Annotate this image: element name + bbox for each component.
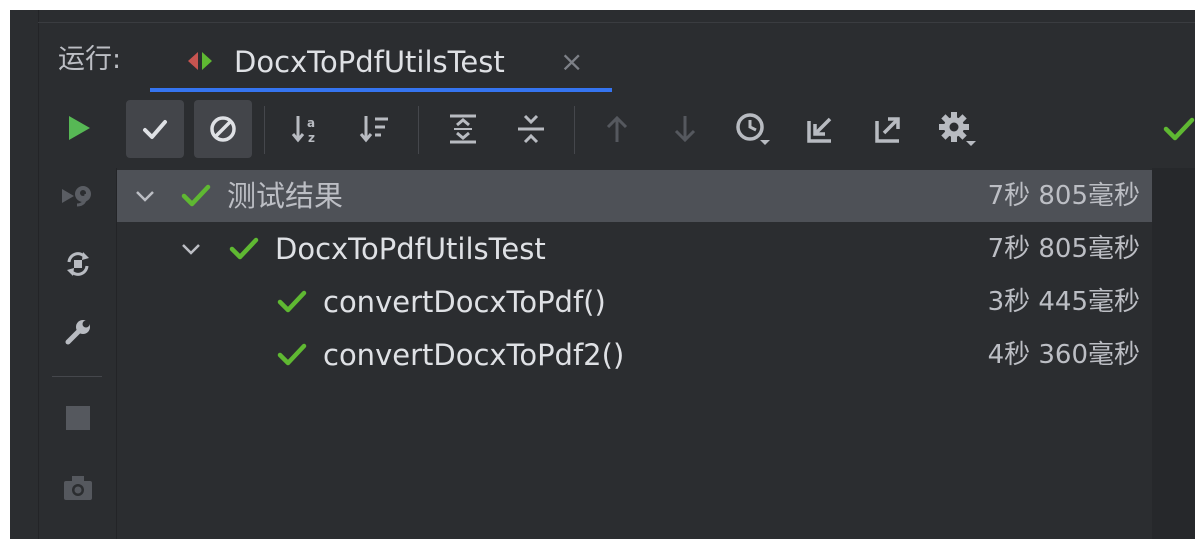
screenshot-button[interactable] — [56, 466, 100, 510]
window-border — [38, 10, 39, 539]
previous-test-button[interactable] — [588, 100, 646, 158]
chevron-down-icon[interactable] — [179, 237, 203, 261]
sort-alphabetically-button[interactable]: a z — [278, 100, 336, 158]
test-duration: 7秒 805毫秒 — [987, 181, 1140, 211]
sort-alphabetically-icon: a z — [291, 116, 315, 145]
tests-passed-indicator — [1150, 100, 1195, 158]
stop-button[interactable] — [56, 396, 100, 440]
arrow-up-icon — [606, 115, 628, 142]
test-duration: 7秒 805毫秒 — [987, 234, 1140, 264]
rerun-icon — [69, 116, 90, 140]
test-settings-button[interactable] — [928, 100, 986, 158]
svg-text:a: a — [307, 116, 315, 130]
test-passed-icon — [229, 237, 259, 260]
rerun-failed-icon — [62, 186, 91, 207]
active-tab-indicator — [150, 88, 612, 92]
toolbar-separator — [418, 106, 419, 154]
test-passed-icon — [181, 184, 211, 207]
show-ignored-button[interactable] — [194, 100, 252, 158]
tree-node-test-class[interactable]: DocxToPdfUtilsTest 7秒 805毫秒 — [117, 223, 1152, 275]
collapse-all-icon — [518, 114, 544, 144]
svg-text:z: z — [308, 131, 315, 145]
tree-node-test-method[interactable]: convertDocxToPdf2() 4秒 360毫秒 — [117, 329, 1152, 381]
tree-node-label: convertDocxToPdf() — [323, 285, 606, 319]
toggle-auto-test-icon — [67, 252, 89, 276]
sort-by-duration-icon — [359, 116, 388, 143]
test-results-tree: 测试结果 7秒 805毫秒 DocxToPdfUtilsTest 7秒 805毫… — [116, 168, 1152, 539]
camera-icon — [64, 476, 92, 500]
tree-node-label: convertDocxToPdf2() — [323, 338, 625, 372]
close-icon[interactable]: × — [560, 42, 583, 82]
tab-docx-to-pdf-utils-test[interactable]: DocxToPdfUtilsTest × — [150, 34, 612, 92]
export-tests-button[interactable] — [860, 100, 918, 158]
stop-icon — [66, 406, 90, 430]
import-icon — [807, 117, 832, 143]
checkmark-icon — [143, 120, 167, 139]
test-class-icon — [188, 52, 212, 70]
arrow-down-icon — [674, 116, 696, 143]
checkmark-icon — [1163, 117, 1195, 141]
show-passed-button[interactable] — [126, 100, 184, 158]
run-label: 运行: — [58, 44, 122, 75]
import-tests-button[interactable] — [792, 100, 850, 158]
expand-all-button[interactable] — [434, 100, 492, 158]
window-border — [38, 22, 1195, 23]
gear-icon — [939, 112, 976, 146]
settings-wrench-icon — [65, 320, 90, 345]
tree-node-label: DocxToPdfUtilsTest — [275, 232, 546, 266]
test-duration: 3秒 445毫秒 — [987, 287, 1140, 317]
ignored-icon — [210, 116, 236, 142]
chevron-down-icon[interactable] — [133, 184, 157, 208]
test-passed-icon — [277, 343, 307, 366]
toolbar-separator — [264, 106, 265, 154]
clock-icon — [736, 113, 770, 145]
export-icon — [875, 117, 900, 143]
toggle-auto-test-button[interactable] — [56, 242, 100, 286]
toolbar-separator — [52, 376, 102, 377]
tree-node-test-results[interactable]: 测试结果 7秒 805毫秒 — [117, 170, 1152, 222]
tree-node-test-method[interactable]: convertDocxToPdf() 3秒 445毫秒 — [117, 276, 1152, 328]
expand-all-icon — [450, 114, 476, 144]
sort-by-duration-button[interactable] — [346, 100, 404, 158]
collapse-all-button[interactable] — [502, 100, 560, 158]
tree-node-label: 测试结果 — [227, 179, 344, 213]
tab-title: DocxToPdfUtilsTest — [234, 45, 505, 79]
test-passed-icon — [277, 290, 307, 313]
rerun-failed-button[interactable] — [56, 174, 100, 218]
toolbar-separator — [574, 106, 575, 154]
test-duration: 4秒 360毫秒 — [987, 340, 1140, 370]
test-history-button[interactable] — [724, 100, 782, 158]
run-tool-window: 运行: DocxToPdfUtilsTest × a z 测试结果 7秒 805… — [10, 10, 1195, 539]
next-test-button[interactable] — [656, 100, 714, 158]
settings-button[interactable] — [56, 310, 100, 354]
rerun-button[interactable] — [56, 106, 100, 150]
scrollbar-gutter — [1151, 168, 1195, 539]
